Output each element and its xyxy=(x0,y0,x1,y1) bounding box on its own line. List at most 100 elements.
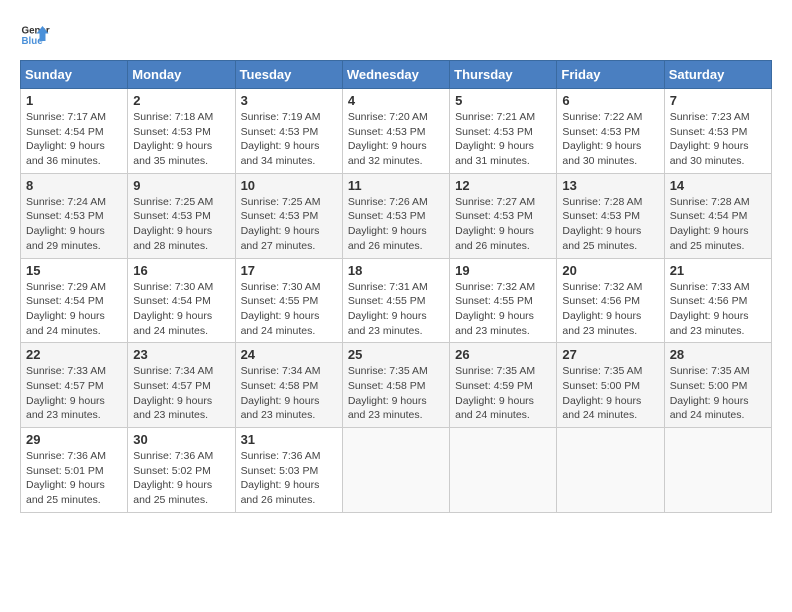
day-info: Sunrise: 7:32 AM Sunset: 4:55 PM Dayligh… xyxy=(455,280,551,339)
day-of-week-header: Friday xyxy=(557,61,664,89)
daylight-text: Daylight: 9 hours and 25 minutes. xyxy=(26,479,105,506)
daylight-text: Daylight: 9 hours and 24 minutes. xyxy=(241,310,320,337)
day-number: 17 xyxy=(241,263,337,278)
calendar-cell: 9 Sunrise: 7:25 AM Sunset: 4:53 PM Dayli… xyxy=(128,173,235,258)
day-of-week-header: Sunday xyxy=(21,61,128,89)
daylight-text: Daylight: 9 hours and 30 minutes. xyxy=(562,140,641,167)
sunrise-text: Sunrise: 7:17 AM xyxy=(26,111,106,123)
calendar-cell: 19 Sunrise: 7:32 AM Sunset: 4:55 PM Dayl… xyxy=(450,258,557,343)
sunset-text: Sunset: 4:53 PM xyxy=(670,126,748,138)
calendar-header-row: SundayMondayTuesdayWednesdayThursdayFrid… xyxy=(21,61,772,89)
sunset-text: Sunset: 4:53 PM xyxy=(562,126,640,138)
day-number: 29 xyxy=(26,432,122,447)
day-info: Sunrise: 7:32 AM Sunset: 4:56 PM Dayligh… xyxy=(562,280,658,339)
sunrise-text: Sunrise: 7:34 AM xyxy=(241,365,321,377)
day-number: 5 xyxy=(455,93,551,108)
day-info: Sunrise: 7:28 AM Sunset: 4:54 PM Dayligh… xyxy=(670,195,766,254)
sunrise-text: Sunrise: 7:29 AM xyxy=(26,281,106,293)
calendar-cell: 20 Sunrise: 7:32 AM Sunset: 4:56 PM Dayl… xyxy=(557,258,664,343)
sunset-text: Sunset: 4:57 PM xyxy=(26,380,104,392)
daylight-text: Daylight: 9 hours and 26 minutes. xyxy=(455,225,534,252)
daylight-text: Daylight: 9 hours and 29 minutes. xyxy=(26,225,105,252)
day-info: Sunrise: 7:35 AM Sunset: 5:00 PM Dayligh… xyxy=(670,364,766,423)
calendar-cell: 30 Sunrise: 7:36 AM Sunset: 5:02 PM Dayl… xyxy=(128,428,235,513)
day-number: 20 xyxy=(562,263,658,278)
day-number: 4 xyxy=(348,93,444,108)
sunset-text: Sunset: 4:54 PM xyxy=(670,210,748,222)
logo-icon: General Blue xyxy=(20,20,50,50)
calendar-cell: 12 Sunrise: 7:27 AM Sunset: 4:53 PM Dayl… xyxy=(450,173,557,258)
daylight-text: Daylight: 9 hours and 23 minutes. xyxy=(26,395,105,422)
calendar-cell: 10 Sunrise: 7:25 AM Sunset: 4:53 PM Dayl… xyxy=(235,173,342,258)
day-number: 14 xyxy=(670,178,766,193)
sunrise-text: Sunrise: 7:28 AM xyxy=(562,196,642,208)
sunrise-text: Sunrise: 7:35 AM xyxy=(670,365,750,377)
day-number: 23 xyxy=(133,347,229,362)
day-number: 1 xyxy=(26,93,122,108)
calendar-week-row: 8 Sunrise: 7:24 AM Sunset: 4:53 PM Dayli… xyxy=(21,173,772,258)
sunset-text: Sunset: 4:53 PM xyxy=(241,126,319,138)
day-of-week-header: Tuesday xyxy=(235,61,342,89)
sunset-text: Sunset: 4:53 PM xyxy=(133,210,211,222)
day-info: Sunrise: 7:35 AM Sunset: 4:58 PM Dayligh… xyxy=(348,364,444,423)
calendar-cell: 16 Sunrise: 7:30 AM Sunset: 4:54 PM Dayl… xyxy=(128,258,235,343)
daylight-text: Daylight: 9 hours and 23 minutes. xyxy=(133,395,212,422)
sunset-text: Sunset: 4:53 PM xyxy=(562,210,640,222)
day-number: 24 xyxy=(241,347,337,362)
sunset-text: Sunset: 4:54 PM xyxy=(133,295,211,307)
calendar-cell: 27 Sunrise: 7:35 AM Sunset: 5:00 PM Dayl… xyxy=(557,343,664,428)
daylight-text: Daylight: 9 hours and 23 minutes. xyxy=(348,395,427,422)
calendar-cell: 22 Sunrise: 7:33 AM Sunset: 4:57 PM Dayl… xyxy=(21,343,128,428)
calendar-cell: 26 Sunrise: 7:35 AM Sunset: 4:59 PM Dayl… xyxy=(450,343,557,428)
day-info: Sunrise: 7:25 AM Sunset: 4:53 PM Dayligh… xyxy=(241,195,337,254)
calendar-cell: 7 Sunrise: 7:23 AM Sunset: 4:53 PM Dayli… xyxy=(664,89,771,174)
daylight-text: Daylight: 9 hours and 35 minutes. xyxy=(133,140,212,167)
calendar-cell: 17 Sunrise: 7:30 AM Sunset: 4:55 PM Dayl… xyxy=(235,258,342,343)
calendar-week-row: 1 Sunrise: 7:17 AM Sunset: 4:54 PM Dayli… xyxy=(21,89,772,174)
daylight-text: Daylight: 9 hours and 32 minutes. xyxy=(348,140,427,167)
day-info: Sunrise: 7:25 AM Sunset: 4:53 PM Dayligh… xyxy=(133,195,229,254)
sunset-text: Sunset: 4:56 PM xyxy=(562,295,640,307)
calendar-cell: 21 Sunrise: 7:33 AM Sunset: 4:56 PM Dayl… xyxy=(664,258,771,343)
sunset-text: Sunset: 5:02 PM xyxy=(133,465,211,477)
sunrise-text: Sunrise: 7:36 AM xyxy=(26,450,106,462)
day-info: Sunrise: 7:20 AM Sunset: 4:53 PM Dayligh… xyxy=(348,110,444,169)
daylight-text: Daylight: 9 hours and 31 minutes. xyxy=(455,140,534,167)
sunset-text: Sunset: 4:54 PM xyxy=(26,295,104,307)
day-number: 27 xyxy=(562,347,658,362)
calendar-cell: 15 Sunrise: 7:29 AM Sunset: 4:54 PM Dayl… xyxy=(21,258,128,343)
calendar-cell: 13 Sunrise: 7:28 AM Sunset: 4:53 PM Dayl… xyxy=(557,173,664,258)
calendar-cell: 23 Sunrise: 7:34 AM Sunset: 4:57 PM Dayl… xyxy=(128,343,235,428)
day-of-week-header: Thursday xyxy=(450,61,557,89)
sunrise-text: Sunrise: 7:36 AM xyxy=(133,450,213,462)
sunset-text: Sunset: 4:53 PM xyxy=(348,210,426,222)
day-number: 15 xyxy=(26,263,122,278)
calendar-cell: 11 Sunrise: 7:26 AM Sunset: 4:53 PM Dayl… xyxy=(342,173,449,258)
day-number: 19 xyxy=(455,263,551,278)
daylight-text: Daylight: 9 hours and 24 minutes. xyxy=(670,395,749,422)
calendar-week-row: 29 Sunrise: 7:36 AM Sunset: 5:01 PM Dayl… xyxy=(21,428,772,513)
day-info: Sunrise: 7:30 AM Sunset: 4:55 PM Dayligh… xyxy=(241,280,337,339)
day-info: Sunrise: 7:34 AM Sunset: 4:58 PM Dayligh… xyxy=(241,364,337,423)
sunset-text: Sunset: 5:03 PM xyxy=(241,465,319,477)
daylight-text: Daylight: 9 hours and 23 minutes. xyxy=(562,310,641,337)
calendar-cell: 28 Sunrise: 7:35 AM Sunset: 5:00 PM Dayl… xyxy=(664,343,771,428)
day-number: 30 xyxy=(133,432,229,447)
sunset-text: Sunset: 4:53 PM xyxy=(455,126,533,138)
daylight-text: Daylight: 9 hours and 26 minutes. xyxy=(348,225,427,252)
day-number: 22 xyxy=(26,347,122,362)
day-info: Sunrise: 7:36 AM Sunset: 5:03 PM Dayligh… xyxy=(241,449,337,508)
day-info: Sunrise: 7:18 AM Sunset: 4:53 PM Dayligh… xyxy=(133,110,229,169)
sunrise-text: Sunrise: 7:24 AM xyxy=(26,196,106,208)
day-of-week-header: Monday xyxy=(128,61,235,89)
day-info: Sunrise: 7:24 AM Sunset: 4:53 PM Dayligh… xyxy=(26,195,122,254)
sunset-text: Sunset: 5:00 PM xyxy=(670,380,748,392)
day-number: 13 xyxy=(562,178,658,193)
calendar-cell xyxy=(557,428,664,513)
day-info: Sunrise: 7:29 AM Sunset: 4:54 PM Dayligh… xyxy=(26,280,122,339)
calendar-week-row: 15 Sunrise: 7:29 AM Sunset: 4:54 PM Dayl… xyxy=(21,258,772,343)
calendar-cell: 2 Sunrise: 7:18 AM Sunset: 4:53 PM Dayli… xyxy=(128,89,235,174)
day-number: 9 xyxy=(133,178,229,193)
sunrise-text: Sunrise: 7:21 AM xyxy=(455,111,535,123)
day-number: 8 xyxy=(26,178,122,193)
